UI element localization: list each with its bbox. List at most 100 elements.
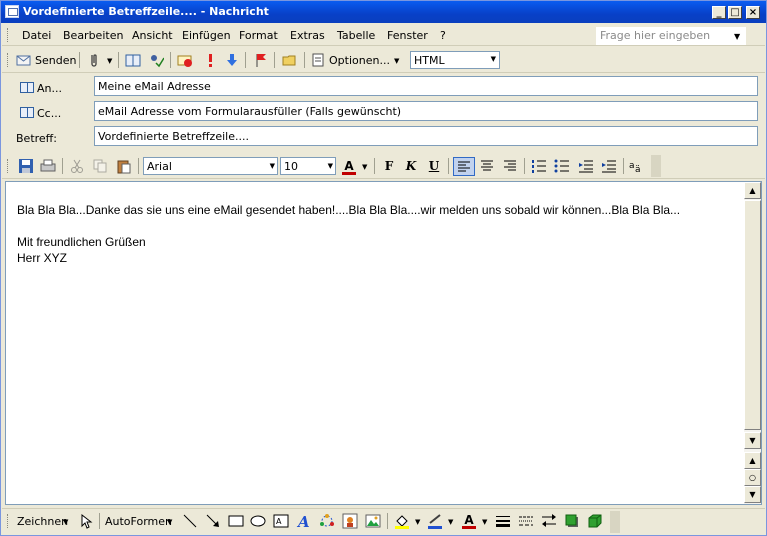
draw-menu-button[interactable]: Zeichnen (17, 515, 68, 528)
options-button[interactable]: Optionen... (329, 54, 390, 67)
toolbar-separator (274, 52, 275, 68)
line-color-dropdown-icon[interactable]: ▼ (448, 518, 453, 526)
font-size-select[interactable]: 10 ▼ (280, 157, 336, 175)
help-dropdown-icon[interactable]: ▼ (734, 32, 740, 41)
menu-ansicht[interactable]: Ansicht (132, 29, 173, 42)
drawing-overflow-button[interactable] (610, 511, 620, 533)
3d-style-icon[interactable] (587, 513, 603, 529)
oval-tool-icon[interactable] (250, 513, 266, 529)
align-center-icon[interactable] (479, 158, 495, 174)
bullet-list-icon[interactable] (554, 158, 570, 174)
shadow-style-icon[interactable] (564, 513, 580, 529)
send-button[interactable]: Senden (35, 54, 76, 67)
toolbar-overflow-button[interactable] (651, 155, 661, 177)
menu-einfuegen[interactable]: Einfügen (182, 29, 231, 42)
numbered-list-icon[interactable] (531, 158, 547, 174)
draw-font-color-button[interactable]: A (460, 512, 478, 529)
browse-object-button[interactable]: ○ (744, 469, 761, 486)
window-title: Vordefinierte Betreffzeile.... - Nachric… (23, 5, 269, 18)
message-format-select[interactable]: HTML ▼ (410, 51, 500, 69)
font-color-dropdown-icon[interactable]: ▼ (362, 163, 367, 171)
fill-color-dropdown-icon[interactable]: ▼ (415, 518, 420, 526)
permission-icon[interactable] (177, 52, 193, 68)
low-importance-icon[interactable] (224, 52, 240, 68)
draw-dropdown-icon[interactable]: ▼ (63, 518, 68, 526)
italic-button[interactable]: K (402, 158, 420, 174)
message-icon (5, 5, 19, 18)
decrease-indent-icon[interactable] (578, 158, 594, 174)
minimize-button[interactable]: _ (712, 6, 726, 19)
paste-icon[interactable] (116, 158, 132, 174)
scroll-down-button[interactable]: ▼ (744, 432, 761, 449)
scrollbar-thumb[interactable] (744, 200, 761, 430)
autoshapes-button[interactable]: AutoFormen (105, 515, 172, 528)
cut-icon[interactable] (69, 158, 85, 174)
cc-field[interactable]: eMail Adresse vom Formularausfüller (Fal… (94, 101, 758, 121)
toolbar-separator (138, 158, 139, 174)
menu-help[interactable]: ? (440, 29, 446, 42)
menu-tabelle[interactable]: Tabelle (337, 29, 375, 42)
fill-color-icon[interactable] (394, 513, 410, 529)
title-bar[interactable]: Vordefinierte Betreffzeile.... - Nachric… (1, 1, 766, 23)
close-button[interactable]: × (746, 6, 760, 19)
copy-icon[interactable] (92, 158, 108, 174)
wordart-icon[interactable]: A (296, 513, 312, 531)
clip-art-icon[interactable] (342, 513, 358, 529)
arrow-style-icon[interactable] (541, 513, 557, 529)
font-name-select[interactable]: Arial ▼ (143, 157, 278, 175)
font-color-button[interactable]: A (340, 158, 358, 175)
options-dropdown-icon[interactable]: ▼ (394, 57, 399, 65)
insert-picture-icon[interactable] (365, 513, 381, 529)
underline-button[interactable]: U (425, 158, 443, 174)
align-left-button[interactable] (453, 157, 475, 176)
maximize-button[interactable]: □ (728, 6, 742, 19)
previous-page-button[interactable]: ▲ (744, 452, 761, 469)
select-objects-icon[interactable] (78, 513, 94, 529)
toolbar-grip[interactable] (7, 159, 10, 173)
next-page-button[interactable]: ▼ (744, 486, 761, 503)
toolbar-grip[interactable] (7, 53, 10, 67)
address-book-icon[interactable] (125, 52, 141, 68)
font-color-label: A (344, 159, 354, 173)
toolbar-separator (118, 52, 119, 68)
draw-font-color-swatch (462, 526, 476, 529)
to-field[interactable]: Meine eMail Adresse (94, 76, 758, 96)
align-right-icon[interactable] (502, 158, 518, 174)
vertical-scrollbar[interactable]: ▲ ▼ ▲ ○ ▼ (744, 182, 761, 504)
message-body-editor[interactable]: Bla Bla Bla...Danke das sie uns eine eMa… (5, 181, 762, 505)
save-icon[interactable] (18, 158, 34, 174)
menu-format[interactable]: Format (239, 29, 278, 42)
cc-button[interactable]: Cc... (37, 107, 61, 120)
scroll-up-button[interactable]: ▲ (744, 182, 761, 199)
rectangle-tool-icon[interactable] (228, 513, 244, 529)
print-icon[interactable] (40, 158, 56, 174)
language-icon[interactable]: aä (629, 158, 645, 175)
menubar-grip[interactable] (7, 28, 10, 42)
menu-bearbeiten[interactable]: Bearbeiten (63, 29, 123, 42)
toolbar-grip[interactable] (7, 514, 10, 528)
line-style-icon[interactable] (495, 513, 511, 529)
paperclip-icon[interactable] (86, 52, 102, 68)
autoshapes-dropdown-icon[interactable]: ▼ (167, 518, 172, 526)
body-line-3: Herr XYZ (17, 251, 68, 265)
folder-open-icon[interactable] (282, 52, 298, 68)
draw-font-color-dropdown-icon[interactable]: ▼ (482, 518, 487, 526)
dash-style-icon[interactable] (518, 513, 534, 529)
menu-datei[interactable]: Datei (22, 29, 51, 42)
diagram-icon[interactable] (319, 513, 335, 529)
line-color-icon[interactable] (427, 513, 443, 529)
menu-extras[interactable]: Extras (290, 29, 325, 42)
line-tool-icon[interactable] (182, 513, 198, 529)
to-button[interactable]: An... (37, 82, 62, 95)
check-names-icon[interactable] (148, 52, 165, 68)
subject-field[interactable]: Vordefinierte Betreffzeile.... (94, 126, 758, 146)
attach-dropdown-icon[interactable]: ▼ (107, 57, 112, 65)
increase-indent-icon[interactable] (601, 158, 617, 174)
help-search-input[interactable]: Frage hier eingeben (596, 27, 746, 45)
flag-icon[interactable] (253, 52, 269, 68)
text-box-icon[interactable]: A (273, 513, 289, 529)
high-importance-icon[interactable] (202, 52, 218, 68)
menu-fenster[interactable]: Fenster (387, 29, 428, 42)
arrow-tool-icon[interactable] (205, 513, 221, 529)
bold-button[interactable]: F (380, 158, 398, 174)
